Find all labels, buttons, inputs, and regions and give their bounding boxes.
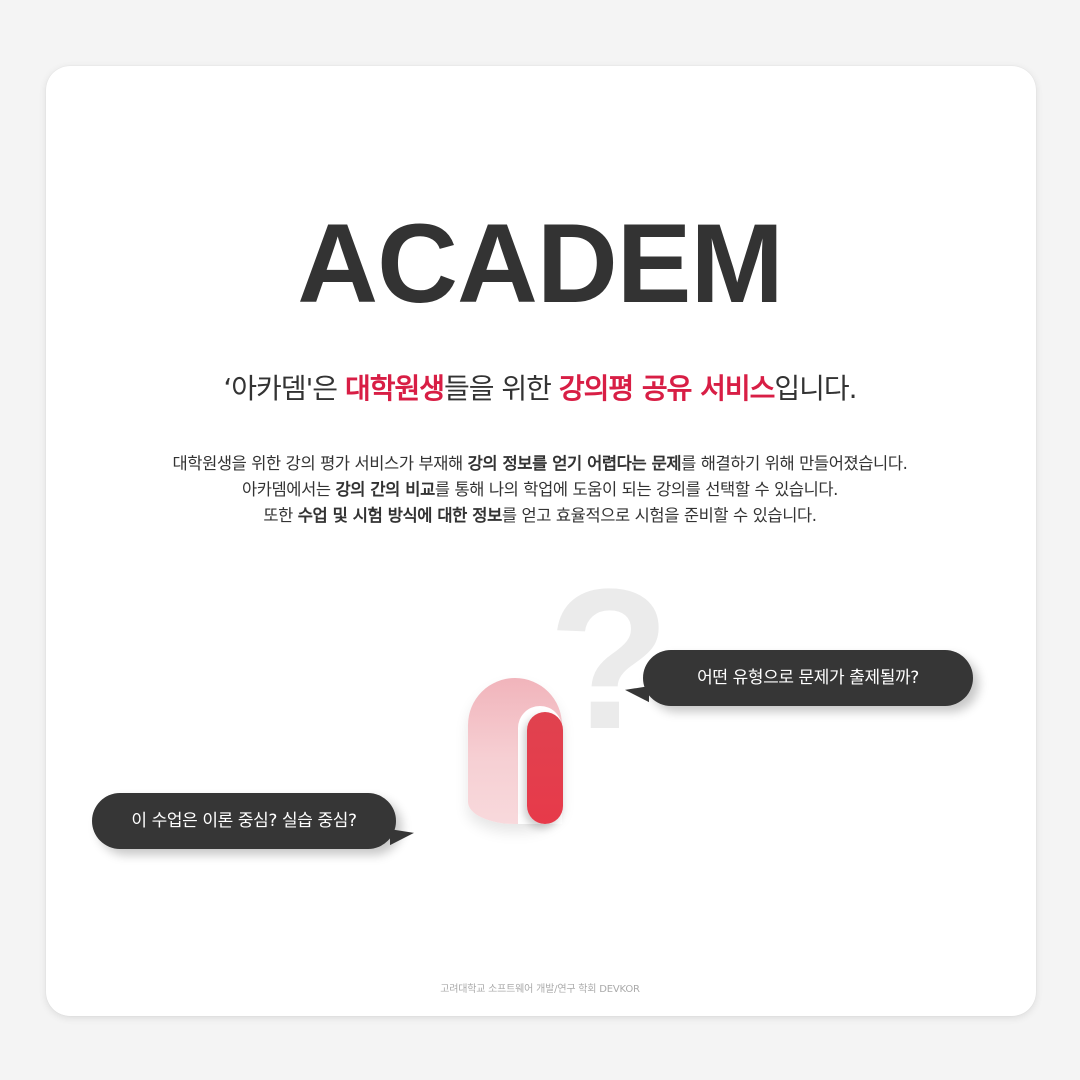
desc-text: 를 얻고 효율적으로 시험을 준비할 수 있습니다. xyxy=(501,506,817,525)
speech-bubble-theory-practice: 이 수업은 이론 중심? 실습 중심? xyxy=(92,793,396,849)
desc-bold: 강의 정보를 얻기 어렵다는 문제 xyxy=(467,454,682,473)
description-line-2: 아카뎀에서는 강의 간의 비교를 통해 나의 학업에 도움이 되는 강의를 선택… xyxy=(0,477,1080,503)
desc-bold: 수업 및 시험 방식에 대한 정보 xyxy=(297,506,502,525)
logo-shape-red xyxy=(527,712,563,824)
tagline-highlight-service: 강의평 공유 서비스 xyxy=(558,372,776,405)
speech-bubble-question-type: 어떤 유형으로 문제가 출제될까? xyxy=(643,650,973,706)
description-line-1: 대학원생을 위한 강의 평가 서비스가 부재해 강의 정보를 얻기 어렵다는 문… xyxy=(0,451,1080,477)
desc-text: 대학원생을 위한 강의 평가 서비스가 부재해 xyxy=(172,454,468,473)
description: 대학원생을 위한 강의 평가 서비스가 부재해 강의 정보를 얻기 어렵다는 문… xyxy=(0,451,1080,529)
tagline-highlight-grad-students: 대학원생 xyxy=(344,372,445,405)
tagline: ‘아카뎀'은 대학원생들을 위한 강의평 공유 서비스입니다. xyxy=(0,372,1080,406)
desc-text: 또한 xyxy=(263,506,298,525)
tagline-text: ‘아카뎀'은 xyxy=(223,372,345,405)
tagline-text: 입니다. xyxy=(774,372,857,405)
description-line-3: 또한 수업 및 시험 방식에 대한 정보를 얻고 효율적으로 시험을 준비할 수… xyxy=(0,503,1080,529)
tagline-text: 들을 위한 xyxy=(443,372,559,405)
desc-text: 아카뎀에서는 xyxy=(241,480,336,499)
desc-text: 를 통해 나의 학업에 도움이 되는 강의를 선택할 수 있습니다. xyxy=(434,480,839,499)
desc-bold: 강의 간의 비교 xyxy=(335,480,435,499)
desc-text: 를 해결하기 위해 만들어졌습니다. xyxy=(681,454,908,473)
brand-title: ACADEM xyxy=(297,201,784,326)
footer-credit: 고려대학교 소프트웨어 개발/연구 학회 DEVKOR xyxy=(440,984,640,995)
